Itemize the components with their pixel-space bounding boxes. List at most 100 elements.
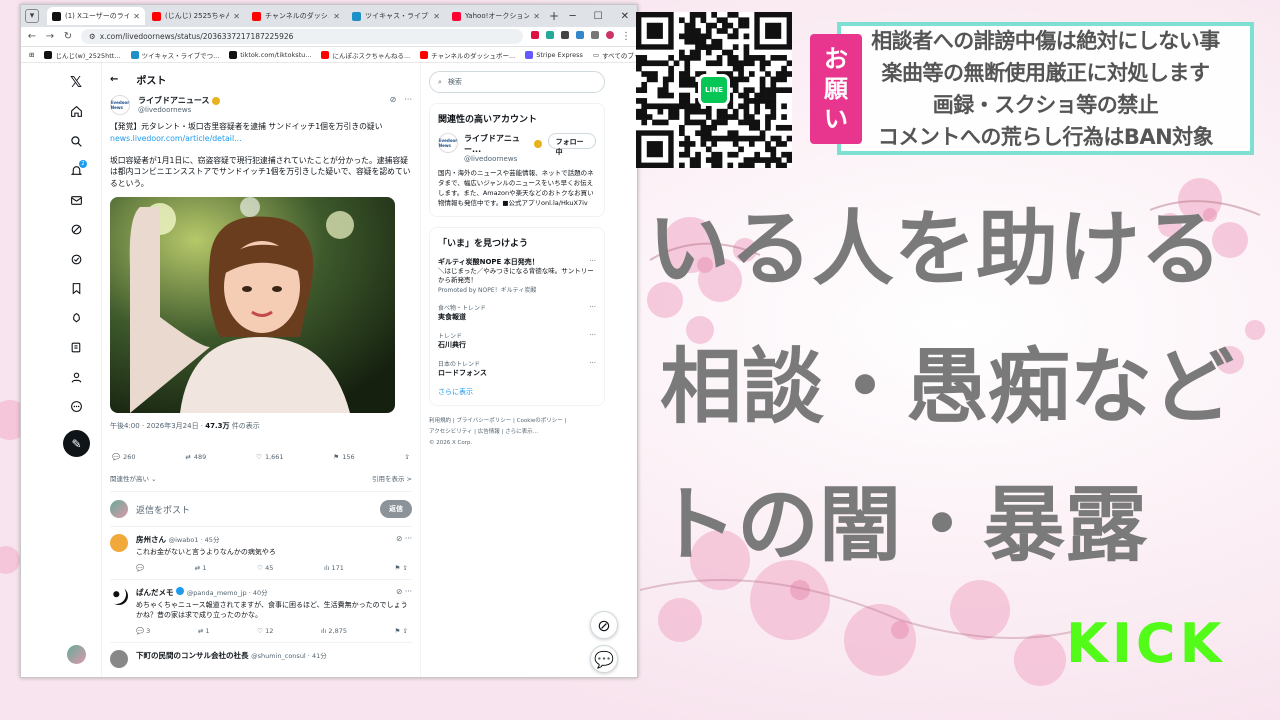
profile-icon[interactable] (65, 366, 87, 388)
trend-item[interactable]: 食べ物・トレンド 実食報道 ··· (438, 303, 596, 322)
article-link[interactable]: news.livedoor.com/article/detail... (110, 133, 412, 145)
tab-list-button[interactable]: ▾ (25, 9, 39, 23)
reply-item[interactable]: 房州さん @iwabo1 · 45分 ⊘ ··· これお金がないと言うよりなんかの… (110, 527, 412, 580)
reply-item[interactable]: 下町の民間のコンサル会社の社長 @shumin_consul · 41分 (110, 643, 412, 675)
messages-float-button[interactable]: 💬 (590, 645, 618, 673)
views-icon[interactable]: ılı 171 (324, 564, 344, 572)
forward-icon[interactable]: → (45, 31, 55, 42)
heart-icon[interactable]: ♡ 12 (257, 627, 273, 635)
more-options-icon[interactable]: ··· (404, 95, 412, 104)
close-tab-icon[interactable]: ✕ (533, 12, 540, 21)
repost-icon[interactable]: ⇄ 1 (198, 627, 210, 635)
back-icon[interactable]: ← (27, 31, 37, 42)
footer-link[interactable]: さらに表示… (505, 429, 538, 435)
messages-icon[interactable] (65, 189, 87, 211)
close-tab-icon[interactable]: ✕ (133, 12, 140, 21)
new-tab-button[interactable]: + (549, 9, 559, 23)
following-button[interactable]: フォロー中 (547, 133, 596, 156)
bookmarks-icon[interactable] (65, 278, 87, 300)
bookmark-button[interactable]: ⚑ 156 (333, 453, 354, 461)
reply-button[interactable]: 💬 260 (112, 453, 136, 461)
heart-icon[interactable]: ♡ 45 (257, 564, 273, 572)
close-tab-icon[interactable]: ✕ (333, 12, 340, 21)
close-tab-icon[interactable]: ✕ (433, 12, 440, 21)
maximize-icon[interactable]: ☐ (594, 11, 603, 22)
livedoor-avatar[interactable]: livedoor News (110, 95, 130, 115)
footer-link[interactable]: Cookieのポリシー (517, 418, 563, 424)
reply-avatar[interactable] (110, 650, 128, 668)
x-logo-icon[interactable]: 𝕏 (65, 71, 87, 93)
compose-post-button[interactable]: ✎ (63, 430, 90, 457)
bookmark-icon[interactable]: ⚑ ⇪ (395, 564, 408, 572)
reply-author[interactable]: 下町の民間のコンサル会社の社長 @shumin_consul · 41分 (136, 650, 327, 661)
reply-icon[interactable]: 💬 (136, 564, 144, 572)
post-photo[interactable] (110, 197, 395, 413)
extension-icon[interactable] (546, 31, 554, 39)
extension-icon[interactable] (591, 31, 599, 39)
reply-author[interactable]: 房州さん @iwabo1 · 45分 ⊘ ··· (136, 534, 412, 545)
reload-icon[interactable]: ↻ (63, 31, 73, 42)
lists-icon[interactable] (65, 248, 87, 270)
more-options-icon[interactable]: ··· (589, 303, 596, 311)
post-author[interactable]: ライブドアニュース (138, 95, 221, 106)
reply-icon[interactable]: 💬 3 (136, 627, 150, 635)
grok-icon[interactable] (65, 219, 87, 241)
reply-author[interactable]: ぱんだメモ @panda_memo_jp · 40分 ⊘ ··· (136, 587, 412, 598)
grok-float-button[interactable]: ⊘ (590, 611, 618, 639)
close-tab-icon[interactable]: ✕ (233, 12, 240, 21)
like-button[interactable]: ♡ 1,661 (256, 453, 283, 461)
site-info-icon[interactable]: ⚙ (89, 32, 96, 41)
bookmark-item[interactable]: じんじ(w)_2525htt... (44, 50, 121, 60)
extension-icon[interactable] (561, 31, 569, 39)
bookmark-item[interactable]: ツイキャス・ライブでつ... (130, 50, 219, 60)
sort-dropdown[interactable]: 関連性が高い ⌄ (110, 473, 157, 483)
bookmark-item[interactable]: tiktok.com/tiktokstu... (229, 50, 311, 59)
browser-tab-4[interactable]: Yahoo!オークション - 女性 ✕ (447, 7, 545, 25)
extension-icon[interactable] (531, 31, 539, 39)
more-options-icon[interactable]: ··· (589, 331, 596, 339)
bookmark-item[interactable]: Stripe Express (525, 50, 583, 59)
extension-icon[interactable] (576, 31, 584, 39)
jobs-rocket-icon[interactable] (65, 307, 87, 329)
browser-tab-3[interactable]: ツイキャス・ライブでつながる ✕ (347, 7, 445, 25)
show-more-link[interactable]: さらに表示 (438, 387, 596, 397)
search-icon[interactable] (65, 130, 87, 152)
close-window-icon[interactable]: ✕ (621, 11, 629, 22)
articles-icon[interactable] (65, 337, 87, 359)
browser-tab-1[interactable]: (じんじ) 2525ちゃんねるコン ✕ (147, 7, 245, 25)
footer-link[interactable]: プライバシーポリシー (456, 418, 511, 424)
account-avatar[interactable] (67, 645, 86, 664)
reply-avatar[interactable] (110, 587, 128, 605)
post-time[interactable]: 午後4:00 · 2026年3月24日 · (110, 422, 205, 430)
repost-button[interactable]: ⇄ 489 (185, 453, 206, 461)
related-handle[interactable]: @livedoornews (464, 155, 542, 163)
trend-item[interactable]: トレンド 石川典行 ··· (438, 331, 596, 350)
views-icon[interactable]: ılı 2,875 (321, 627, 347, 635)
bookmark-item[interactable]: チャンネルのダッシュボー... (420, 50, 515, 60)
grok-icon[interactable]: ⊘ (390, 95, 397, 104)
trend-item[interactable]: 日本のトレンド ロードフォンス ··· (438, 359, 596, 378)
more-options-icon[interactable]: ··· (589, 257, 596, 265)
more-icon[interactable] (65, 396, 87, 418)
menu-icon[interactable]: ⋮ (621, 31, 631, 42)
browser-tab-2[interactable]: チャンネルのダッシュボード ✕ (247, 7, 345, 25)
trend-item[interactable]: ギルティ炭酸NOPE 本日発売！ ＼はじまった／やみつきになる背徳な味。サントリ… (438, 257, 596, 294)
search-input[interactable]: ⌕ 検索 (429, 71, 605, 93)
repost-icon[interactable]: ⇄ 1 (195, 564, 207, 572)
reply-avatar[interactable] (110, 534, 128, 552)
share-button[interactable]: ⇪ (405, 453, 410, 461)
all-bookmarks-button[interactable]: ▭すべてのブックマーク (593, 50, 637, 60)
browser-tab-0[interactable]: (1) Xユーザーのライブドア ✕ (47, 7, 145, 25)
author-handle[interactable]: @livedoornews (138, 106, 220, 114)
apps-icon[interactable]: ⊞ (29, 51, 34, 59)
profile-icon[interactable] (606, 31, 614, 39)
url-input[interactable]: ⚙ x.com/livedoornews/status/203633721718… (81, 29, 523, 44)
back-arrow-icon[interactable]: ← (110, 74, 118, 85)
more-options-icon[interactable]: ⊘ ··· (396, 534, 412, 543)
footer-link[interactable]: アクセシビリティ (429, 429, 472, 435)
view-quotes-link[interactable]: 引用を表示 > (372, 473, 412, 483)
reply-input[interactable]: 返信をポスト (136, 503, 372, 516)
more-options-icon[interactable]: ··· (589, 359, 596, 367)
home-icon[interactable] (65, 101, 87, 123)
reply-submit-button[interactable]: 返信 (380, 500, 412, 518)
